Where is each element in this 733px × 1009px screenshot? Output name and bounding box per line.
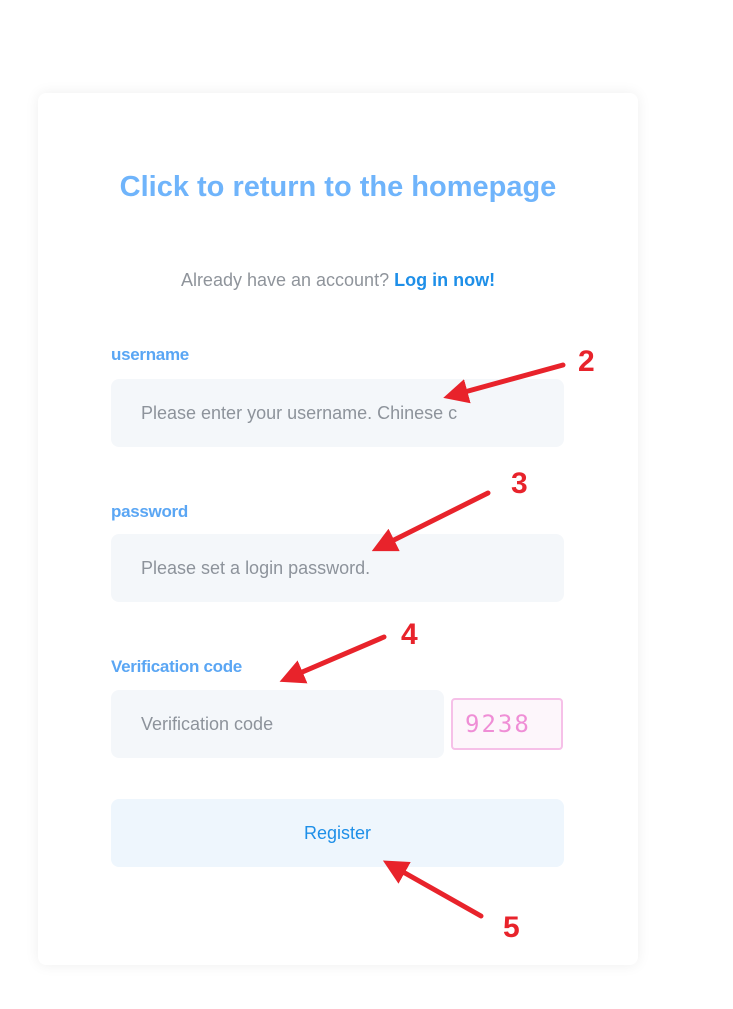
homepage-link-title[interactable]: Click to return to the homepage bbox=[0, 168, 676, 206]
verification-code-input[interactable] bbox=[111, 690, 444, 758]
username-input[interactable] bbox=[111, 379, 564, 447]
login-prompt: Already have an account? Log in now! bbox=[0, 268, 676, 292]
captcha-image[interactable]: 9238 bbox=[451, 698, 563, 750]
login-prompt-text: Already have an account? bbox=[180, 270, 395, 290]
verification-code-label: Verification code bbox=[111, 657, 242, 676]
password-input[interactable] bbox=[111, 534, 564, 602]
register-page: Click to return to the homepage Already … bbox=[0, 0, 733, 1009]
register-button[interactable]: Register bbox=[111, 799, 564, 867]
username-label: username bbox=[111, 345, 189, 364]
login-link[interactable]: Log in now! bbox=[394, 270, 495, 290]
captcha-text: 9238 bbox=[465, 710, 531, 738]
password-label: password bbox=[111, 502, 188, 521]
